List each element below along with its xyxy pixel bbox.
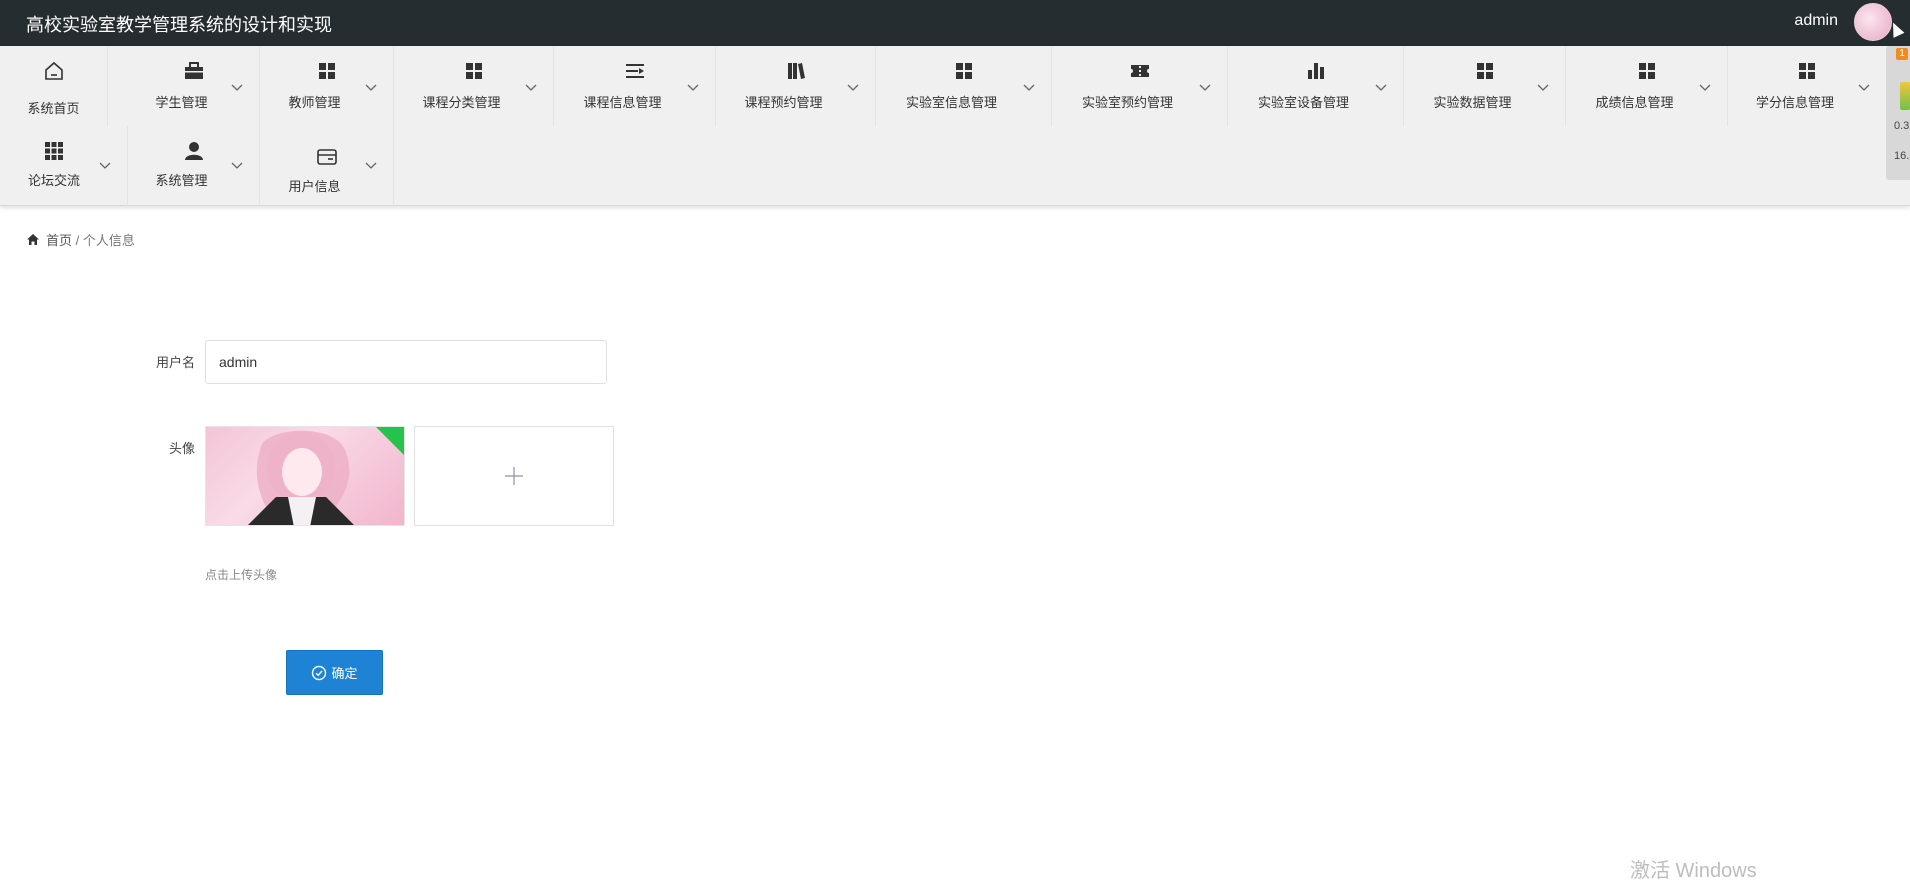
- app-title: 高校实验室教学管理系统的设计和实现: [26, 15, 332, 35]
- nav-item-system-management[interactable]: 系统管理: [128, 126, 260, 206]
- apps-icon: [45, 142, 63, 160]
- ticket-icon: [1130, 65, 1149, 77]
- briefcase-icon: [184, 62, 203, 79]
- chevron-down-icon: [1375, 84, 1387, 91]
- chevron-down-icon: [1023, 84, 1035, 91]
- breadcrumb-current: 个人信息: [82, 233, 135, 248]
- grid-icon: [1799, 63, 1815, 79]
- nav-label: 用户信息: [288, 179, 341, 194]
- nav-label: 实验室信息管理: [905, 95, 997, 110]
- grid-icon: [465, 63, 482, 79]
- nav-item-teacher-management[interactable]: 教师管理: [260, 46, 394, 126]
- chevron-down-icon: [1858, 84, 1870, 91]
- chevron-down-icon: [231, 162, 243, 169]
- upload-hint: 点击上传头像: [205, 568, 278, 582]
- chevron-down-icon: [525, 84, 537, 91]
- nav-item-course-booking-management[interactable]: 课程预约管理: [716, 46, 876, 126]
- nav-item-user-info[interactable]: 用户信息: [260, 126, 394, 206]
- chevron-down-icon: [1699, 84, 1711, 91]
- nav-label: 成绩信息管理: [1595, 95, 1674, 110]
- speed-text: 16.5: [1894, 150, 1910, 162]
- user-icon: [184, 142, 203, 160]
- chevron-down-icon: [1537, 84, 1549, 91]
- card-icon: [316, 149, 337, 165]
- avatar-label: 头像: [168, 441, 195, 456]
- chevron-down-icon: [365, 162, 377, 169]
- username-display[interactable]: admin: [1794, 12, 1838, 30]
- grid-icon: [318, 63, 335, 79]
- nav-label: 教师管理: [288, 95, 341, 110]
- home-icon: [27, 234, 39, 245]
- grid-icon: [955, 63, 972, 79]
- check-circle-icon: [312, 665, 327, 681]
- grid-icon: [1476, 63, 1493, 79]
- nav-label: 课程分类管理: [422, 95, 501, 110]
- breadcrumb: 首页 / 个人信息: [26, 230, 135, 249]
- network-speed-widget[interactable]: 1 0.3 16.5: [1886, 46, 1910, 180]
- nav-label: 实验数据管理: [1433, 95, 1512, 110]
- meter-bar: [1900, 82, 1910, 110]
- chevron-down-icon: [1199, 84, 1211, 91]
- nav-item-course-info-management[interactable]: 课程信息管理: [554, 46, 716, 126]
- nav-item-grade-info-management[interactable]: 成绩信息管理: [1566, 46, 1728, 126]
- nav-label: 课程预约管理: [744, 95, 823, 110]
- nav-label: 实验室设备管理: [1257, 95, 1349, 110]
- nav-item-lab-booking-management[interactable]: 实验室预约管理: [1052, 46, 1228, 126]
- avatar-upload-button[interactable]: [414, 426, 614, 526]
- confirm-button-label: 确定: [331, 666, 358, 681]
- mouse-cursor-icon: [1887, 20, 1905, 38]
- chevron-down-icon: [687, 84, 699, 91]
- nav-label: 系统首页: [27, 101, 80, 116]
- nav-item-experiment-data-management[interactable]: 实验数据管理: [1404, 46, 1566, 126]
- nav-item-course-category-management[interactable]: 课程分类管理: [394, 46, 554, 126]
- nav-label: 论坛交流: [27, 173, 80, 188]
- book-icon: [787, 63, 805, 79]
- nav-item-student-management[interactable]: 学生管理: [128, 46, 260, 126]
- windows-activation-watermark: 激活 Windows: [1630, 860, 1757, 882]
- list-icon: [625, 64, 644, 78]
- nav-label: 学生管理: [155, 95, 208, 110]
- speed-text: 0.3: [1894, 120, 1910, 132]
- selected-corner-badge: [375, 427, 404, 456]
- bar-chart-icon: [1307, 63, 1324, 79]
- nav-label: 学分信息管理: [1755, 95, 1834, 110]
- confirm-button[interactable]: 确定: [286, 650, 383, 695]
- nav-label: 实验室预约管理: [1081, 95, 1173, 110]
- chevron-down-icon: [231, 84, 243, 91]
- grid-icon: [1638, 63, 1655, 79]
- nav-label: 课程信息管理: [583, 95, 662, 110]
- chevron-down-icon: [847, 84, 859, 91]
- nav-item-lab-info-management[interactable]: 实验室信息管理: [876, 46, 1052, 126]
- breadcrumb-home-link[interactable]: 首页: [46, 233, 72, 248]
- user-avatar[interactable]: [1854, 3, 1892, 41]
- breadcrumb-separator: /: [75, 233, 80, 248]
- nav-item-credit-info-management[interactable]: 学分信息管理: [1728, 46, 1886, 126]
- nav-item-home[interactable]: 系统首页: [0, 46, 108, 126]
- chevron-down-icon: [365, 84, 377, 91]
- nav-item-forum[interactable]: 论坛交流: [0, 126, 128, 206]
- top-bar: 高校实验室教学管理系统的设计和实现 admin: [0, 0, 1910, 46]
- home-icon: [44, 61, 63, 80]
- notification-badge: 1: [1896, 48, 1908, 60]
- avatar-preview-image[interactable]: [205, 426, 405, 526]
- nav-label: 系统管理: [155, 173, 208, 188]
- nav-item-lab-equipment-management[interactable]: 实验室设备管理: [1228, 46, 1404, 126]
- username-label: 用户名: [155, 355, 195, 370]
- main-nav-menu: 系统首页 学生管理 教师管理 课程分类管理 课程信息管理 课程预约管理 实验室信…: [0, 46, 1910, 206]
- username-input[interactable]: [205, 340, 607, 384]
- plus-icon: [505, 467, 523, 485]
- chevron-down-icon: [99, 162, 111, 169]
